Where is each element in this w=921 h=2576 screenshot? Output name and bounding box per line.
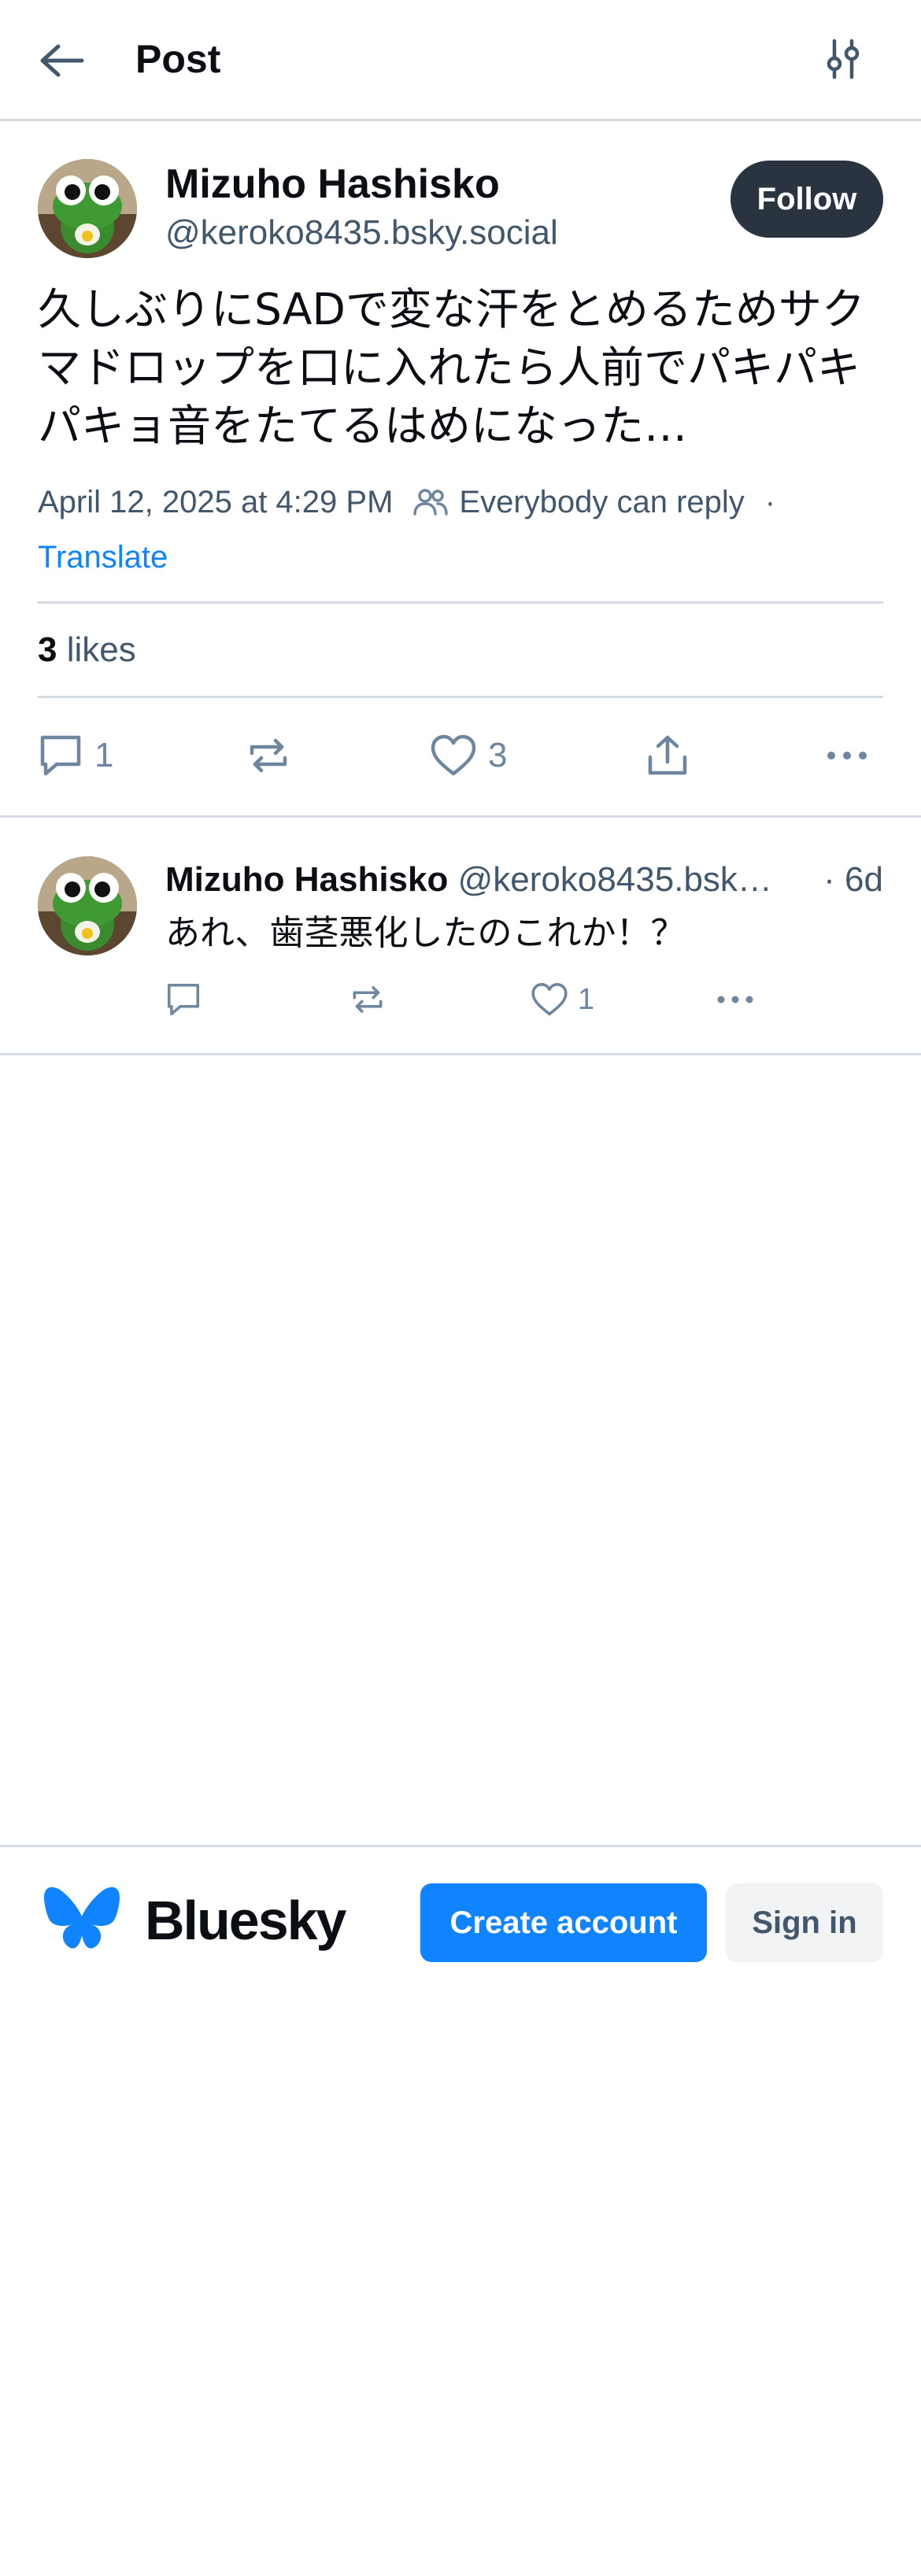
reply-actions: 1 [165, 976, 764, 1023]
post-meta: April 12, 2025 at 4:29 PM Everybody can … [38, 479, 775, 526]
reply-repost-button[interactable] [350, 976, 386, 1023]
brand-wordmark: Bluesky [145, 1890, 346, 1951]
repost-button[interactable] [246, 724, 291, 787]
page-title: Post [135, 37, 221, 81]
likes-count: 3 [38, 630, 57, 669]
reply-header: Mizuho Hashisko @keroko8435.bsk… · 6d [165, 856, 883, 904]
people-icon [413, 488, 449, 516]
sign-in-button[interactable]: Sign in [726, 1883, 883, 1962]
reply-reply-button[interactable] [165, 976, 202, 1023]
divider [0, 1053, 921, 1055]
divider [0, 815, 921, 818]
create-account-button[interactable]: Create account [420, 1883, 707, 1962]
post-actions: 1 3 [38, 724, 883, 787]
frog-avatar-image [38, 159, 137, 258]
sliders-icon [827, 39, 860, 79]
reply-like-button[interactable]: 1 [531, 976, 594, 1023]
reply-more-options-button[interactable] [715, 976, 756, 1023]
post-timestamp[interactable]: April 12, 2025 at 4:29 PM [38, 485, 393, 520]
translate-link[interactable]: Translate [38, 537, 168, 578]
author-name[interactable]: Mizuho Hashisko [165, 159, 500, 209]
like-count: 3 [488, 736, 508, 774]
reply-like-count: 1 [578, 982, 595, 1016]
reply-button[interactable]: 1 [38, 724, 113, 787]
reply-author-name[interactable]: Mizuho Hashisko [165, 860, 448, 899]
frog-avatar-image [38, 856, 137, 955]
reply-count: 1 [94, 736, 114, 774]
author-handle[interactable]: @keroko8435.bsky.social [165, 209, 558, 257]
heart-icon [531, 983, 568, 1016]
reply-author-avatar[interactable] [38, 856, 137, 955]
repost-icon [353, 986, 383, 1013]
likes-summary[interactable]: 3 likes [38, 626, 136, 674]
more-options-button[interactable] [825, 724, 869, 787]
share-icon [648, 735, 687, 775]
bluesky-butterfly-icon [43, 1885, 121, 1960]
comment-icon [167, 983, 200, 1016]
like-button[interactable]: 3 [430, 724, 507, 787]
signup-banner: Bluesky Create account Sign in [0, 1845, 921, 1963]
more-horizontal-icon [827, 752, 867, 759]
author-avatar[interactable] [38, 159, 137, 258]
divider [38, 601, 883, 604]
more-horizontal-icon [717, 996, 753, 1003]
divider [38, 696, 883, 698]
likes-label: likes [66, 630, 136, 669]
reply-setting-label: Everybody can reply [459, 484, 745, 519]
thread-settings-button[interactable] [816, 31, 871, 87]
post-text: 久しぶりにSADで変な汗をとめるためサクマドロップを口に入れたら人前でパキパキパ… [38, 284, 865, 451]
share-button[interactable] [645, 724, 690, 787]
reply-text: あれ、歯茎悪化したのこれか！？ [165, 913, 686, 953]
arrow-left-icon [40, 44, 84, 77]
heart-icon [431, 734, 476, 776]
comment-icon [40, 735, 81, 776]
meta-separator: · [764, 484, 776, 519]
back-button[interactable] [38, 33, 104, 88]
top-header: Post [0, 0, 921, 121]
repost-icon [250, 738, 287, 773]
follow-button[interactable]: Follow [731, 161, 883, 238]
reply-timestamp[interactable]: · 6d [812, 856, 883, 904]
reply-author-handle[interactable]: @keroko8435.bsk… [458, 860, 772, 899]
